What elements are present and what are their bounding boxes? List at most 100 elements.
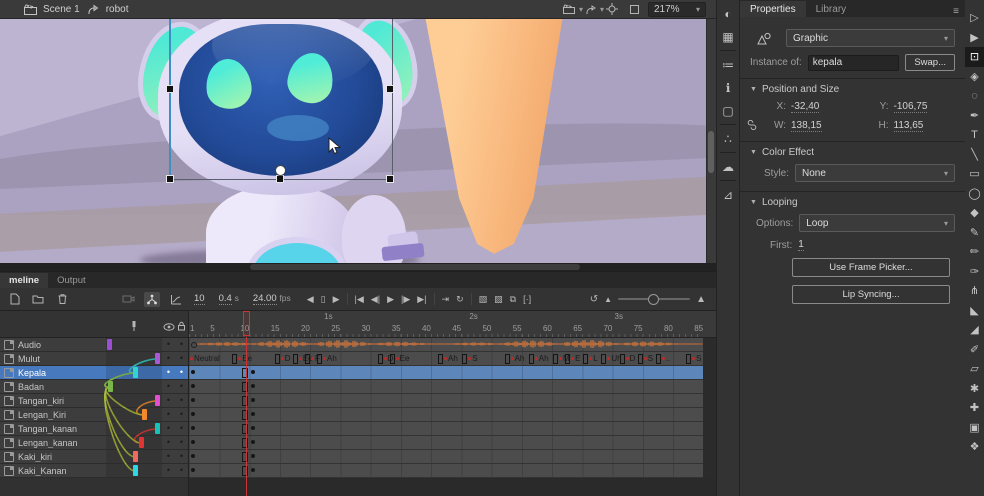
layer-row-badan[interactable]: Badan•• [0,380,188,394]
swap-button[interactable]: Swap... [905,54,955,71]
zoom-in-frames-icon[interactable]: ▲ [696,294,706,305]
selection-handle-left[interactable] [166,85,174,93]
next-frame-icon[interactable]: |▶ [401,294,410,305]
new-folder-icon[interactable] [30,292,46,307]
first-frame-value[interactable]: 1 [798,239,804,251]
layer-parent-cell[interactable] [106,408,162,421]
center-playhead-icon[interactable]: ⇥ [442,294,450,305]
loop-options-dropdown[interactable]: Loop ▾ [799,214,955,232]
ink-bottle-tool[interactable]: ◢ [965,320,984,340]
zoom-level-select[interactable]: 217% ▾ [648,2,706,17]
transform-point[interactable] [275,165,286,176]
transform-panel-icon[interactable]: ▢ [718,99,738,122]
selection-bounding-box[interactable] [169,19,393,180]
visibility-column-header-icon[interactable] [162,323,175,337]
x-value[interactable]: -32,40 [791,101,819,113]
w-value[interactable]: 138,15 [791,120,822,132]
layer-visibility-dot[interactable]: • [162,380,175,393]
breadcrumb-scene[interactable]: Scene 1 [43,4,80,15]
layer-parent-cell[interactable] [106,394,162,407]
layer-lock-dot[interactable]: • [175,366,188,379]
frame-row-tangan_kiri[interactable] [189,394,703,408]
color-effect-header[interactable]: ▼ Color Effect [750,147,955,158]
polystar-tool[interactable]: ◆ [965,203,984,223]
center-stage-icon[interactable] [604,2,620,16]
panel-menu-icon[interactable]: ≡ [953,6,959,17]
pencil-tool[interactable]: ✎ [965,223,984,243]
stage-canvas[interactable] [0,19,716,263]
layer-lock-dot[interactable]: • [175,450,188,463]
text-tool[interactable]: T [965,125,984,145]
layer-row-tangan_kiri[interactable]: Tangan_kiri•• [0,394,188,408]
layer-row-kaki_kanan[interactable]: Kaki_Kanan•• [0,464,188,478]
timeline-zoom-knob[interactable] [648,294,659,305]
frame-row-kaki_kiri[interactable] [189,450,703,464]
go-last-frame-icon[interactable]: ▶| [417,294,426,305]
layer-row-tangan_kanan[interactable]: Tangan_kanan•• [0,422,188,436]
eraser-tool[interactable]: ▱ [965,359,984,379]
parent-marker[interactable] [108,381,113,392]
mouth-frame-label[interactable]: Ah [438,353,458,364]
parent-marker[interactable] [155,395,160,406]
onion-skin-icon[interactable]: ▧ [479,294,488,305]
layer-lock-dot[interactable]: • [175,422,188,435]
layer-lock-dot[interactable]: • [175,464,188,477]
step-back-icon[interactable]: ◀ [307,294,314,305]
layer-lock-dot[interactable]: • [175,394,188,407]
subselection-tool[interactable]: ▶ [965,28,984,48]
layer-visibility-dot[interactable]: • [162,422,175,435]
hand-tool[interactable]: ❖ [965,437,984,457]
asset-warp-tool[interactable]: ✱ [965,379,984,399]
swatches-panel-icon[interactable]: ▦ [718,25,738,48]
layer-visibility-dot[interactable]: • [162,450,175,463]
layer-row-lengan_kiri[interactable]: Lengan_Kiri•• [0,408,188,422]
camera-tool[interactable]: ▣ [965,418,984,438]
frame-row-audio[interactable] [189,338,703,352]
layer-lock-dot[interactable]: • [175,352,188,365]
layer-row-mulut[interactable]: Mulut•• [0,352,188,366]
parent-marker[interactable] [107,339,112,350]
current-frame-value[interactable]: 10 [194,293,205,305]
loop-playback-icon[interactable]: ↻ [456,294,464,305]
layer-visibility-dot[interactable]: • [162,464,175,477]
selection-tool[interactable]: ▷ [965,8,984,28]
layer-row-audio[interactable]: Audio•• [0,338,188,352]
current-time-value[interactable]: 0.4 [219,293,232,305]
parent-marker[interactable] [142,409,147,420]
layer-parent-cell[interactable] [106,422,162,435]
parent-marker[interactable] [139,437,144,448]
layer-lock-dot[interactable]: • [175,436,188,449]
canvas-horizontal-scrollbar[interactable] [0,263,716,271]
h-value[interactable]: 113,65 [894,120,924,132]
selection-handle-right[interactable] [386,85,394,93]
paint-bucket-tool[interactable]: ◣ [965,301,984,321]
paint-brush-tool[interactable]: ✑ [965,262,984,282]
prev-frame-icon[interactable]: ◀| [371,294,380,305]
go-first-frame-icon[interactable]: |◀ [355,294,364,305]
mouth-frame-label[interactable]: L [583,353,597,364]
mouth-frame-label[interactable]: S [462,353,477,364]
frame-row-badan[interactable] [189,380,703,394]
link-wh-icon[interactable] [746,120,758,130]
cc-libraries-panel-icon[interactable]: ☁ [718,155,738,178]
onion-outline-icon[interactable]: ▨ [494,294,503,305]
mouth-frame-label[interactable]: Ee [232,353,252,364]
instance-name-field[interactable]: kepala [808,55,900,71]
use-frame-picker-button[interactable]: Use Frame Picker... [792,258,950,277]
bone-tool[interactable]: ⋔ [965,281,984,301]
selection-handle-bottom[interactable] [276,175,284,183]
tab-output[interactable]: Output [48,273,95,288]
lasso-tool[interactable]: ◌ [965,86,984,106]
canvas-vscroll-thumb[interactable] [708,131,714,173]
layer-parent-cell[interactable] [106,450,162,463]
pen-tool[interactable]: ✒ [965,106,984,126]
layer-parent-cell[interactable] [106,464,162,477]
lock-column-header-icon[interactable] [175,321,188,337]
align-panel-icon[interactable]: ≔ [718,53,738,76]
edit-scene-icon[interactable] [562,2,578,16]
breadcrumb-symbol[interactable]: robot [106,4,129,15]
layer-lock-dot[interactable]: • [175,338,188,351]
tab-properties[interactable]: Properties [740,1,806,17]
looping-header[interactable]: ▼ Looping [750,197,955,208]
mouth-frame-label[interactable]: E [565,353,580,364]
